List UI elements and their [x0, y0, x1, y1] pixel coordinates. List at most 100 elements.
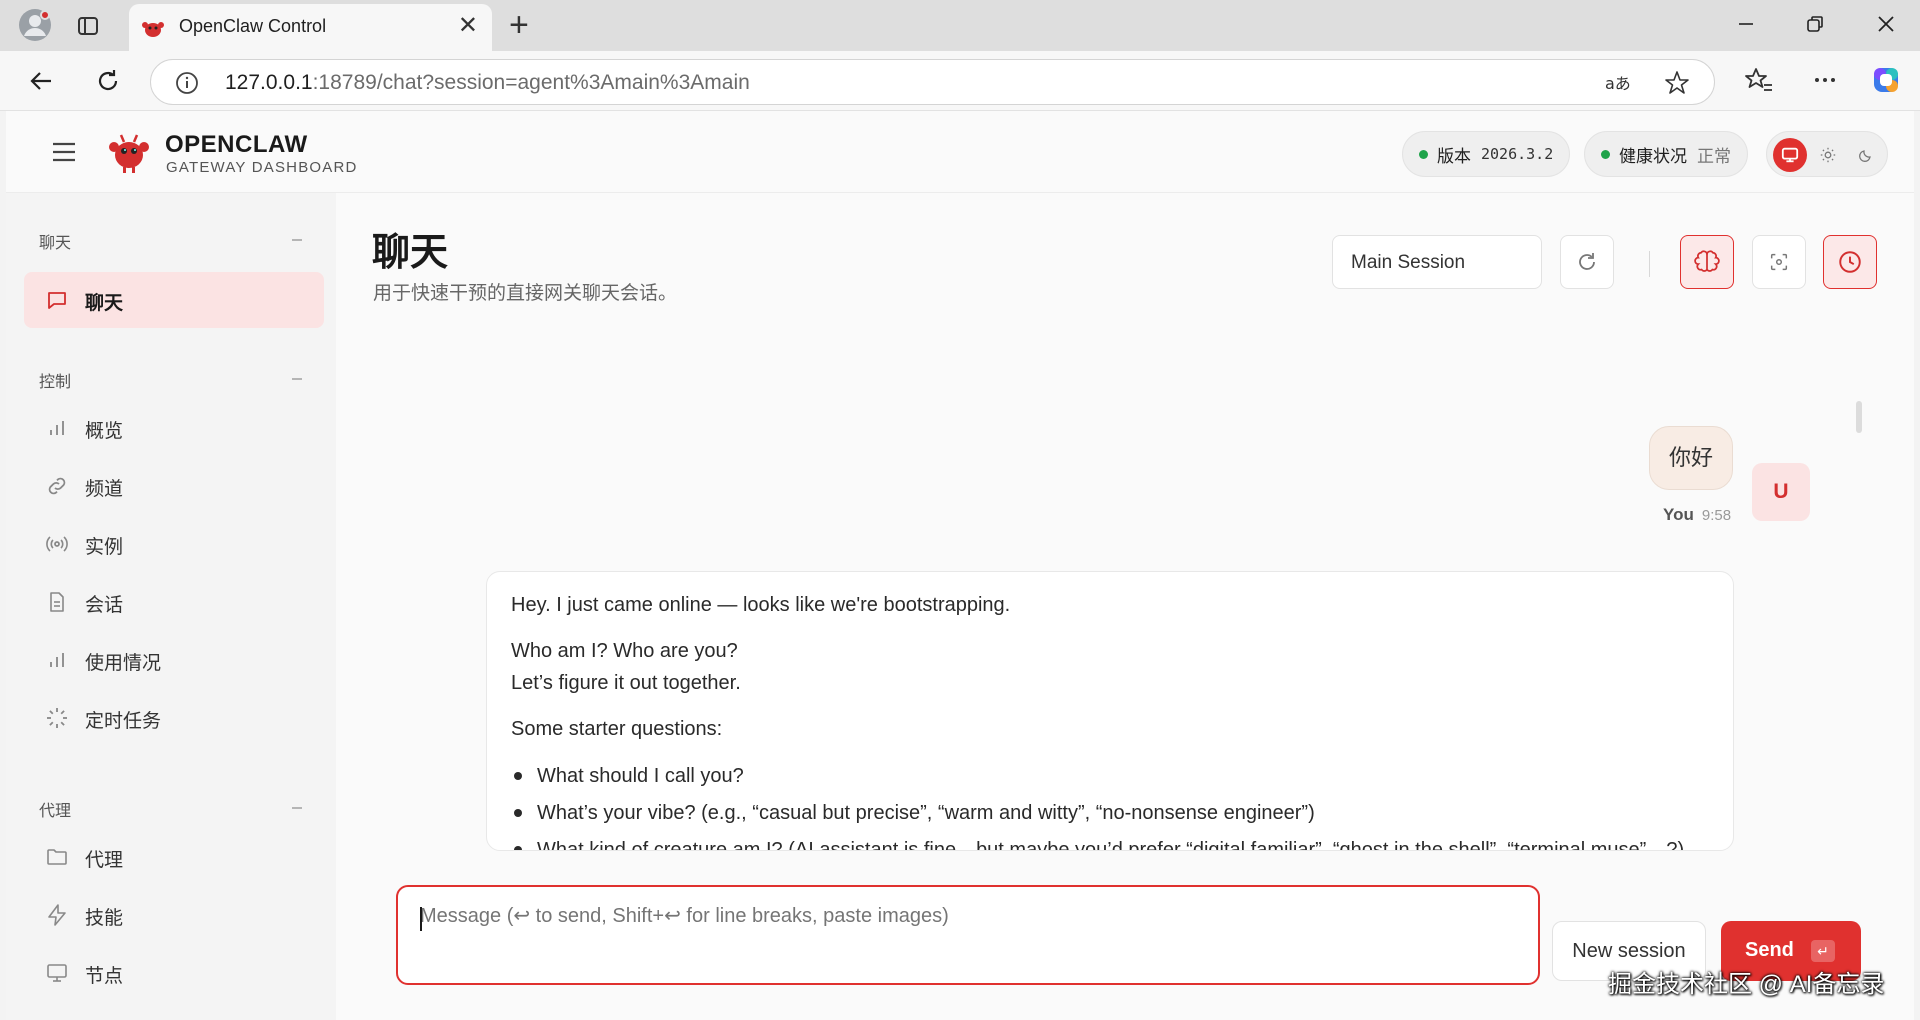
browser-toolbar: 127.0.0.1:18789/chat?session=agent%3Amai…	[0, 51, 1920, 111]
assistant-text: Hey. I just came online — looks like we'…	[511, 594, 1011, 616]
focus-mode-button[interactable]	[1752, 235, 1806, 289]
sidebar-item-cron[interactable]: 定时任务	[24, 690, 324, 746]
sidebar-item-label: 频道	[85, 479, 124, 500]
notification-dot	[40, 10, 50, 20]
sidebar-item-usage[interactable]: 使用情况	[24, 632, 324, 688]
thinking-toggle-button[interactable]	[1680, 235, 1734, 289]
back-icon[interactable]	[26, 66, 56, 96]
version-label: 版本	[1437, 146, 1471, 166]
theme-switcher	[1766, 131, 1888, 177]
reload-icon[interactable]	[93, 66, 123, 96]
sidebar-section-control[interactable]: 控制	[39, 368, 71, 392]
collapse-icon[interactable]	[292, 239, 302, 241]
sidebar-item-sessions[interactable]: 会话	[24, 574, 324, 630]
copilot-icon[interactable]	[1871, 65, 1901, 95]
page-title: 聊天	[372, 232, 449, 274]
enter-key-icon: ↵	[1811, 940, 1835, 962]
sidebar-item-channels[interactable]: 频道	[24, 458, 324, 514]
status-dot	[1601, 149, 1610, 159]
health-label: 健康状况	[1619, 146, 1687, 166]
url-host: 127.0.0.1	[225, 71, 313, 94]
version-value: 2026.3.2	[1481, 145, 1554, 163]
collapse-icon[interactable]	[292, 807, 302, 809]
favorites-list-icon[interactable]	[1744, 65, 1774, 95]
sidebar-section-chat[interactable]: 聊天	[39, 229, 71, 253]
user-message-meta: You 9:58	[1663, 505, 1731, 525]
sidebar: 聊天 聊天 控制 概览 频道 实例 会话 使用情况 定时任务 代理 代理 技能 …	[6, 193, 336, 1020]
light-theme-icon[interactable]	[1811, 138, 1845, 172]
browser-tab-bar: OpenClaw Control ✕ +	[0, 0, 1920, 51]
bar-chart-icon	[45, 648, 69, 672]
openclaw-logo-icon	[106, 129, 152, 175]
history-button[interactable]	[1823, 235, 1877, 289]
sidebar-item-instances[interactable]: 实例	[24, 516, 324, 572]
sidebar-item-skills[interactable]: 技能	[24, 887, 324, 943]
menu-toggle-icon[interactable]	[51, 141, 77, 163]
system-theme-icon[interactable]	[1773, 138, 1807, 172]
chat-scrollbar[interactable]	[1856, 401, 1862, 433]
tab-title: OpenClaw Control	[179, 16, 327, 36]
user-message-bubble: 你好	[1649, 426, 1733, 490]
message-icon	[45, 288, 69, 312]
window-close-icon[interactable]	[1874, 12, 1898, 36]
dark-theme-icon[interactable]	[1849, 138, 1883, 172]
site-info-icon[interactable]	[175, 71, 199, 95]
sidebar-section-agents[interactable]: 代理	[39, 797, 71, 821]
read-aloud-icon[interactable]: aあ	[1604, 70, 1631, 96]
sidebar-item-label: 节点	[85, 966, 124, 987]
bar-chart-icon	[45, 416, 69, 440]
more-menu-icon[interactable]	[1810, 65, 1840, 95]
minimize-icon[interactable]	[1734, 12, 1758, 36]
send-label: Send	[1745, 939, 1794, 961]
profile-avatar-icon[interactable]	[18, 8, 52, 42]
address-bar[interactable]: 127.0.0.1:18789/chat?session=agent%3Amai…	[150, 59, 1715, 105]
collapse-icon[interactable]	[292, 378, 302, 380]
text-caret	[420, 907, 422, 931]
app-header: OPENCLAW GATEWAY DASHBOARD 版本 2026.3.2 健…	[6, 111, 1914, 193]
refresh-button[interactable]	[1560, 235, 1614, 289]
message-sender: You	[1663, 505, 1694, 524]
assistant-text: Some starter questions:	[511, 718, 723, 740]
session-select[interactable]: Main Session	[1332, 235, 1542, 289]
status-dot	[1419, 149, 1428, 159]
assistant-message-card: Hey. I just came online — looks like we'…	[486, 571, 1734, 851]
message-input[interactable]	[420, 905, 1510, 928]
sidebar-item-chat[interactable]: 聊天	[24, 272, 324, 328]
url-text[interactable]: 127.0.0.1:18789/chat?session=agent%3Amai…	[225, 71, 750, 95]
assistant-text: Who am I? Who are you?	[511, 640, 738, 662]
sidebar-item-label: 聊天	[85, 293, 124, 314]
tab-actions-icon[interactable]	[76, 14, 100, 38]
list-item: What kind of creature am I? (AI assistan…	[511, 838, 1684, 850]
loader-icon	[45, 706, 69, 730]
tab-close-icon[interactable]: ✕	[458, 14, 478, 38]
brand-subtitle: GATEWAY DASHBOARD	[166, 159, 358, 176]
openclaw-app: OPENCLAW GATEWAY DASHBOARD 版本 2026.3.2 健…	[6, 111, 1914, 1020]
message-time: 9:58	[1701, 507, 1732, 524]
health-value: 正常	[1697, 146, 1731, 166]
brand-name: OPENCLAW	[165, 131, 308, 158]
assistant-text: Let’s figure it out together.	[511, 672, 741, 694]
folder-icon	[45, 845, 69, 869]
list-item: What’s your vibe? (e.g., “casual but pre…	[511, 801, 1684, 838]
file-icon	[45, 590, 69, 614]
sidebar-item-overview[interactable]: 概览	[24, 400, 324, 456]
health-pill: 健康状况 正常	[1584, 131, 1748, 177]
page-subtitle: 用于快速干预的直接网关聊天会话。	[373, 283, 678, 304]
sidebar-item-label: 概览	[85, 421, 124, 442]
user-avatar: U	[1752, 463, 1810, 521]
watermark: 掘金技术社区 @ AI备忘录	[1608, 971, 1885, 998]
link-icon	[45, 474, 69, 498]
tab-openclaw-control[interactable]: OpenClaw Control ✕	[129, 4, 492, 51]
sidebar-item-label: 实例	[85, 537, 124, 558]
sidebar-item-label: 代理	[85, 850, 124, 871]
sidebar-item-agents[interactable]: 代理	[24, 829, 324, 885]
svg-text:aあ: aあ	[1605, 74, 1630, 93]
sidebar-item-label: 使用情况	[85, 653, 162, 674]
monitor-icon	[45, 961, 69, 985]
starter-questions-list: What should I call you? What’s your vibe…	[511, 764, 1684, 850]
restore-icon[interactable]	[1803, 12, 1827, 36]
message-composer[interactable]	[396, 885, 1540, 985]
new-tab-button[interactable]: +	[509, 8, 529, 42]
favorite-star-icon[interactable]	[1664, 70, 1690, 96]
sidebar-item-nodes[interactable]: 节点	[24, 945, 324, 1001]
